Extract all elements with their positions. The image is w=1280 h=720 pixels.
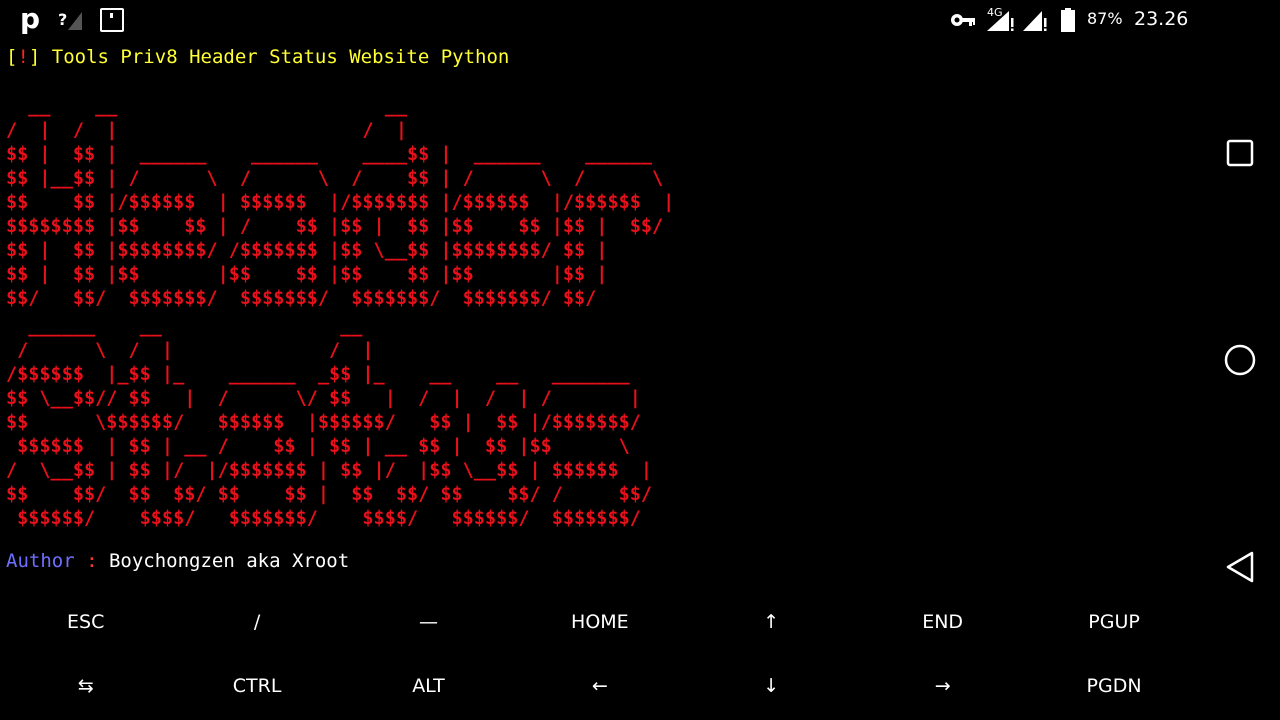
- square-icon: [1226, 139, 1254, 167]
- extra-keys-row-2: ⇆ CTRL ALT ← ↓ → PGDN: [0, 654, 1200, 718]
- extra-keys-row-1: ESC / — HOME ↑ END PGUP: [0, 590, 1200, 654]
- extra-keys-bar: ESC / — HOME ↑ END PGUP ⇆ CTRL ALT ← ↓ →…: [0, 590, 1200, 720]
- key-arrow-down[interactable]: ↓: [686, 654, 857, 718]
- key-pgdn[interactable]: PGDN: [1028, 654, 1199, 718]
- app-notification-icon: p: [20, 2, 41, 35]
- screenshot-icon: [100, 8, 124, 32]
- title-open-bracket: [: [6, 46, 18, 68]
- key-pgup[interactable]: PGUP: [1028, 590, 1199, 654]
- key-ctrl[interactable]: CTRL: [171, 654, 342, 718]
- title-text: Tools Priv8 Header Status Website Python: [40, 46, 510, 68]
- title-bang: !: [17, 46, 29, 68]
- signal-strength-icon: [1023, 11, 1047, 31]
- circle-icon: [1224, 344, 1256, 376]
- terminal-output[interactable]: [!] Tools Priv8 Header Status Website Py…: [6, 44, 1196, 584]
- home-button[interactable]: [1220, 340, 1260, 380]
- battery-icon: [1061, 8, 1075, 32]
- key-end[interactable]: END: [857, 590, 1028, 654]
- clock-time: 23.26: [1134, 8, 1189, 30]
- triangle-back-icon: [1226, 551, 1254, 583]
- back-button[interactable]: [1220, 547, 1260, 587]
- navigation-bar: [1200, 0, 1280, 720]
- svg-text:?: ?: [58, 10, 67, 29]
- key-dash[interactable]: —: [343, 590, 514, 654]
- key-esc[interactable]: ESC: [0, 590, 171, 654]
- author-value: Boychongzen aka Xroot: [108, 550, 350, 572]
- author-label: Author: [6, 550, 75, 572]
- key-arrow-up[interactable]: ↑: [686, 590, 857, 654]
- author-separator: :: [74, 550, 109, 572]
- tool-title-line: [!] Tools Priv8 Header Status Website Py…: [6, 45, 509, 69]
- key-arrow-right[interactable]: →: [857, 654, 1028, 718]
- author-line: Author : Boychongzen aka Xroot: [6, 549, 349, 573]
- key-tab[interactable]: ⇆: [0, 654, 171, 718]
- key-slash[interactable]: /: [171, 590, 342, 654]
- battery-percentage: 87%: [1087, 9, 1123, 28]
- key-alt[interactable]: ALT: [343, 654, 514, 718]
- key-home[interactable]: HOME: [514, 590, 685, 654]
- ascii-art-header: __ __ __ / | / | / | $$ | $$ | ______ __…: [6, 96, 675, 309]
- no-sim-signal-icon: ?: [58, 10, 82, 30]
- key-arrow-left[interactable]: ←: [514, 654, 685, 718]
- title-close-bracket: ]: [28, 46, 41, 68]
- network-type-label: 4G: [987, 6, 1003, 19]
- vpn-key-icon: [951, 14, 975, 26]
- recents-button[interactable]: [1220, 133, 1260, 173]
- ascii-art-status: ______ __ __ / \ / | / | /$$$$$$ |_$$ |_…: [6, 316, 653, 529]
- status-bar: p ? 4G 87% 23.26: [0, 0, 1200, 40]
